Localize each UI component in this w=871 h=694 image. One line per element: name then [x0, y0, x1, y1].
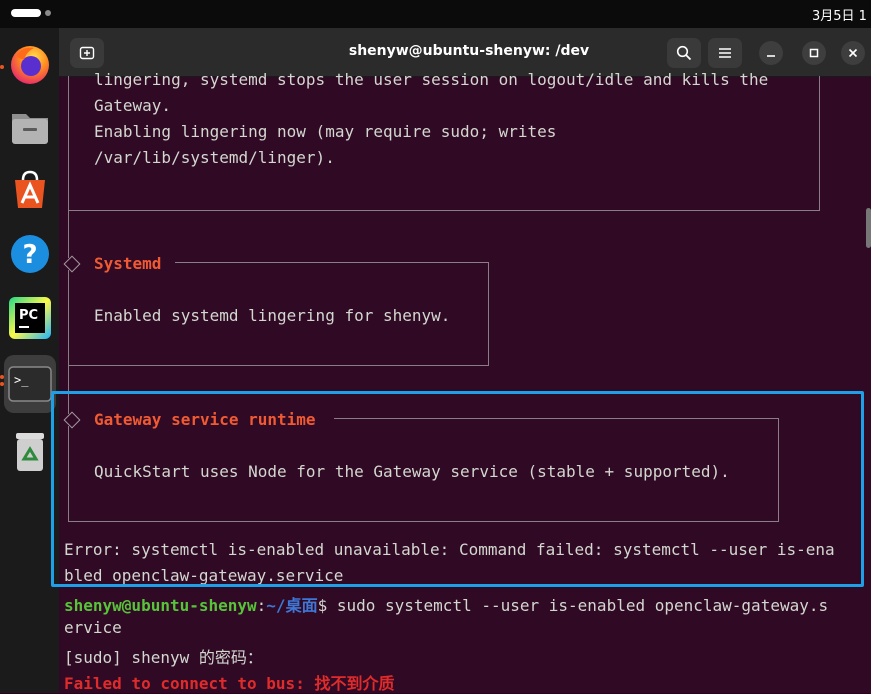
- scrollbar-thumb[interactable]: [866, 208, 871, 248]
- dock-app-app-center[interactable]: [4, 164, 56, 216]
- svg-text:?: ?: [22, 240, 37, 270]
- notice-line: /var/lib/systemd/linger).: [94, 148, 335, 167]
- files-icon: [12, 114, 48, 144]
- command-text: sudo systemctl --user is-enabled opencla…: [336, 596, 829, 615]
- prompt-dollar: $: [317, 596, 337, 615]
- search-icon: [676, 45, 692, 61]
- minimize-icon: [767, 55, 775, 57]
- box-border: [68, 270, 69, 365]
- section-title-systemd: Systemd: [94, 254, 162, 273]
- box-border: [68, 210, 69, 258]
- command-text-wrap: ervice: [64, 618, 122, 637]
- sudo-password-prompt: [sudo] shenyw 的密码：: [64, 648, 263, 667]
- help-icon: ?: [11, 235, 49, 273]
- maximize-icon: [809, 48, 819, 58]
- dock-app-pycharm[interactable]: PC: [4, 292, 56, 344]
- dock-app-firefox[interactable]: [4, 38, 56, 90]
- minimize-button[interactable]: [759, 41, 783, 65]
- notice-line: lingering, systemd stops the user sessio…: [94, 70, 769, 89]
- close-icon: [848, 48, 858, 58]
- maximize-button[interactable]: [802, 41, 826, 65]
- search-button[interactable]: [667, 38, 701, 68]
- dock-app-trash[interactable]: [4, 426, 56, 478]
- prompt-path: ~/桌面: [266, 596, 318, 615]
- dock-app-terminal[interactable]: >_: [4, 355, 56, 413]
- app-center-icon: [15, 170, 45, 208]
- window-title: shenyw@ubuntu-shenyw: /dev: [348, 43, 590, 59]
- trash-icon: [16, 433, 44, 471]
- dock-app-files[interactable]: [4, 100, 56, 152]
- prompt-user-host: shenyw@ubuntu-shenyw: [64, 596, 257, 615]
- activities-indicator[interactable]: [11, 9, 41, 17]
- failure-message: Failed to connect to bus: 找不到介质: [64, 674, 395, 693]
- dock: ? PC >_: [0, 28, 59, 693]
- firefox-icon: [11, 46, 49, 84]
- box-border: [68, 365, 489, 366]
- clock[interactable]: 3月5日 1: [812, 5, 867, 24]
- terminal-output[interactable]: lingering, systemd stops the user sessio…: [59, 70, 871, 693]
- menu-button[interactable]: [708, 38, 742, 68]
- close-button[interactable]: [841, 41, 865, 65]
- section-diamond-icon: [63, 255, 81, 273]
- prompt-colon: :: [256, 596, 267, 615]
- terminal-icon: >_: [8, 366, 52, 402]
- pycharm-icon: PC: [9, 297, 51, 339]
- svg-text:>_: >_: [14, 373, 29, 387]
- shell-prompt-line: shenyw@ubuntu-shenyw:~/桌面$ sudo systemct…: [64, 592, 828, 616]
- notice-line: Gateway.: [94, 96, 172, 115]
- top-panel: 3月5日 1: [0, 0, 871, 28]
- highlight-annotation-box: [51, 391, 864, 587]
- dock-app-help[interactable]: ?: [4, 228, 56, 280]
- box-border: [488, 262, 489, 365]
- box-border: [68, 210, 819, 211]
- svg-text:PC: PC: [19, 308, 38, 323]
- box-border: [819, 76, 820, 211]
- notice-line: Enabling lingering now (may require sudo…: [94, 122, 557, 141]
- workspace-dot[interactable]: [45, 10, 51, 16]
- hamburger-menu-icon: [719, 48, 731, 58]
- box-border: [68, 76, 69, 210]
- box-border: [175, 262, 488, 263]
- section-body-systemd: Enabled systemd lingering for shenyw.: [94, 306, 451, 325]
